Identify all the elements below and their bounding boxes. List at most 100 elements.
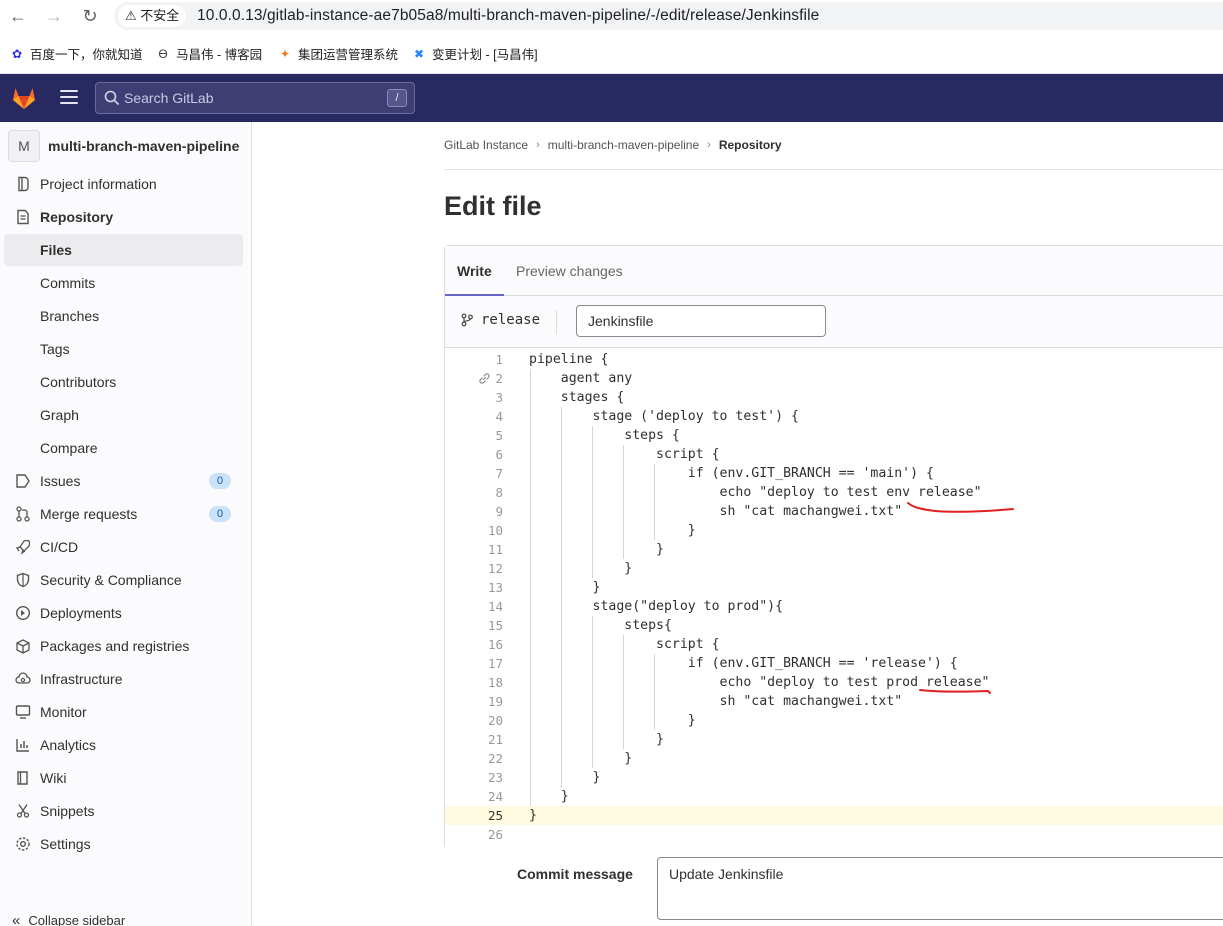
snippet-icon (16, 804, 30, 818)
line-number: 17 (487, 656, 503, 671)
line-number: 22 (487, 751, 503, 766)
sidebar-item-label: Files (40, 242, 72, 258)
project-name: multi-branch-maven-pipeline (48, 138, 240, 154)
code-line-text: script { (529, 447, 720, 462)
line-number: 10 (487, 523, 503, 538)
sidebar-item-packages-registries[interactable]: Packages and registries (4, 630, 243, 662)
confluence-icon: ✖ (413, 46, 425, 61)
address-bar[interactable]: ⚠ 不安全 10.0.0.13/gitlab-instance-ae7b05a8… (114, 2, 1223, 30)
code-line[interactable]: 26 (445, 825, 1223, 844)
project-avatar: M (8, 130, 40, 162)
search-placeholder: Search GitLab (124, 90, 214, 106)
indent-guide (592, 426, 594, 578)
sidebar-item-snippets[interactable]: Snippets (4, 795, 243, 827)
sidebar-item-settings[interactable]: Settings (4, 828, 243, 860)
divider (444, 169, 1223, 170)
indent-guide (592, 616, 594, 768)
link-icon[interactable] (478, 372, 491, 385)
code-line-text: } (529, 751, 633, 766)
menu-hamburger-icon[interactable] (60, 90, 78, 106)
code-line[interactable]: 1 pipeline { (445, 350, 1223, 369)
file-name-input[interactable] (576, 305, 826, 337)
commit-message-label: Commit message (517, 866, 633, 882)
code-line[interactable]: 3 stages { (445, 388, 1223, 407)
sidebar-item-merge-requests[interactable]: Merge requests 0 (4, 498, 243, 530)
line-number: 25 (487, 808, 503, 823)
bookmark-ops-system[interactable]: ✦ 集团运营管理系统 (278, 44, 398, 63)
line-number: 2 (495, 371, 503, 386)
code-line-text: } (529, 713, 696, 728)
code-line-text: echo "deploy to test prod release" (529, 675, 990, 690)
project-information-icon (18, 176, 29, 192)
code-line-text: if (env.GIT_BRANCH == 'release') { (529, 656, 958, 671)
baidu-paw-icon: ✿ (11, 46, 23, 61)
sidebar-item-repository[interactable]: Repository (4, 201, 243, 233)
breadcrumb-gitlab-instance[interactable]: GitLab Instance (444, 138, 528, 152)
reload-icon[interactable]: ↻ (78, 5, 102, 27)
code-line[interactable]: 2 agent any (445, 369, 1223, 388)
sidebar-item-issues[interactable]: Issues 0 (4, 465, 243, 497)
code-line-text: agent any (529, 371, 633, 386)
tab-write[interactable]: Write (445, 246, 504, 296)
sidebar-item-compare[interactable]: Compare (4, 432, 243, 464)
gitlab-logo-icon[interactable] (10, 83, 38, 111)
security-indicator[interactable]: ⚠ 不安全 (118, 5, 187, 27)
back-arrow-icon[interactable]: ← (6, 5, 30, 27)
code-line[interactable]: 25} (445, 806, 1223, 825)
sidebar-item-label: Packages and registries (40, 638, 190, 654)
line-number: 13 (487, 580, 503, 595)
file-editor: Write Preview changes release 1 pipeline … (444, 245, 1223, 849)
sidebar-item-contributors[interactable]: Contributors (4, 366, 243, 398)
commit-message-input[interactable]: Update Jenkinsfile (657, 857, 1223, 920)
sidebar-item-deployments[interactable]: Deployments (4, 597, 243, 629)
sidebar-item-monitor[interactable]: Monitor (4, 696, 243, 728)
monitor-icon (15, 705, 31, 719)
sidebar-item-label: Project information (40, 176, 157, 192)
code-line[interactable]: 24 } (445, 787, 1223, 806)
project-header[interactable]: M multi-branch-maven-pipeline (8, 130, 248, 162)
bookmark-cnblogs[interactable]: ϴ 马昌伟 - 博客园 (156, 44, 262, 63)
sidebar-item-tags[interactable]: Tags (4, 333, 243, 365)
chevron-right-icon: › (536, 139, 540, 151)
sidebar-item-infrastructure[interactable]: Infrastructure (4, 663, 243, 695)
breadcrumb: GitLab Instance › multi-branch-maven-pip… (444, 138, 782, 152)
line-number: 14 (487, 599, 503, 614)
line-number: 5 (495, 428, 503, 443)
indent-guide (654, 654, 656, 730)
sidebar-item-security-compliance[interactable]: Security & Compliance (4, 564, 243, 596)
bookmark-baidu[interactable]: ✿ 百度一下，你就知道 (10, 44, 143, 63)
sidebar-item-project-information[interactable]: Project information (4, 168, 243, 200)
sidebar-item-files[interactable]: Files (4, 234, 243, 266)
indent-guide (530, 369, 531, 806)
sidebar-item-wiki[interactable]: Wiki (4, 762, 243, 794)
browser-toolbar: ← → ↻ ⚠ 不安全 10.0.0.13/gitlab-instance-ae… (0, 0, 1223, 33)
sidebar-item-ci-cd[interactable]: CI/CD (4, 531, 243, 563)
breadcrumb-repository[interactable]: Repository (719, 138, 782, 152)
tab-preview-changes[interactable]: Preview changes (516, 246, 623, 296)
line-number: 12 (487, 561, 503, 576)
package-icon (16, 639, 30, 654)
sidebar-item-analytics[interactable]: Analytics (4, 729, 243, 761)
line-number: 18 (487, 675, 503, 690)
cloud-gear-icon (15, 672, 31, 684)
sidebar-item-branches[interactable]: Branches (4, 300, 243, 332)
code-line-text: } (529, 542, 664, 557)
search-gitlab-box[interactable]: Search GitLab / (95, 82, 415, 114)
code-editor[interactable]: 1 pipeline {2 agent any 3 stages {4 stage … (445, 349, 1223, 849)
forward-arrow-icon[interactable]: → (42, 5, 66, 27)
sidebar-item-commits[interactable]: Commits (4, 267, 243, 299)
shield-icon (16, 572, 30, 588)
url-text[interactable]: 10.0.0.13/gitlab-instance-ae7b05a8/multi… (197, 2, 819, 30)
code-line-text: } (529, 789, 569, 804)
bookmark-change-plan[interactable]: ✖ 变更计划 - [马昌伟] (412, 44, 538, 63)
sidebar-item-label: Branches (40, 308, 100, 324)
sidebar-item-label: Deployments (40, 605, 122, 621)
collapse-sidebar-button[interactable]: « Collapse sidebar (12, 912, 125, 926)
code-line-text: steps{ (529, 618, 672, 633)
breadcrumb-project[interactable]: multi-branch-maven-pipeline (548, 138, 699, 152)
sidebar-item-graph[interactable]: Graph (4, 399, 243, 431)
sidebar-item-label: Compare (40, 440, 98, 456)
bookmarks-bar: ✿ 百度一下，你就知道 ϴ 马昌伟 - 博客园 ✦ 集团运营管理系统 ✖ 变更计… (0, 33, 1223, 74)
security-label: 不安全 (140, 8, 180, 23)
indent-guide (623, 635, 625, 749)
